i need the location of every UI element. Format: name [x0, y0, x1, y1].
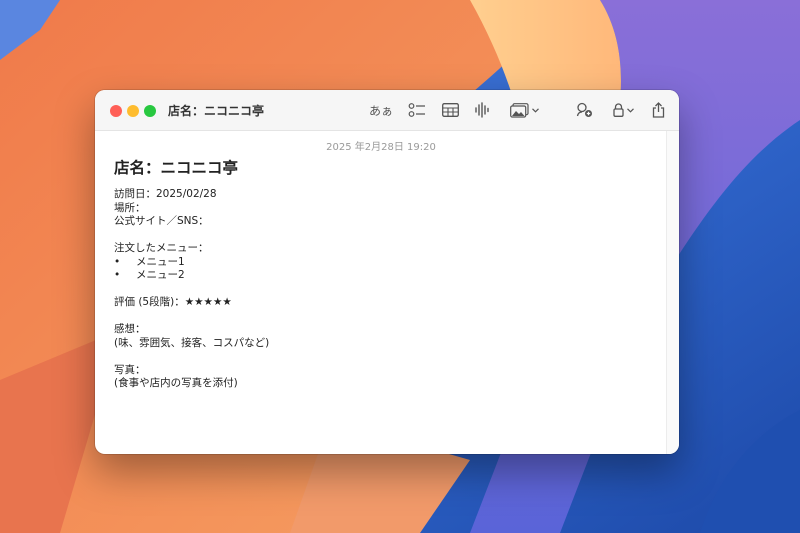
- menu-item-label: メニュー2: [136, 269, 185, 281]
- bullet: •: [114, 269, 121, 281]
- chevron-down-icon: [626, 107, 634, 113]
- zoom-button[interactable]: [144, 105, 156, 117]
- window-title: 店名：ニコニコ亭: [168, 104, 265, 118]
- photo-hint: (食事や店内の写真を添付): [114, 377, 238, 389]
- place-line: 場所：: [114, 201, 146, 214]
- lock-icon[interactable]: [609, 99, 637, 121]
- table-icon[interactable]: [438, 99, 462, 121]
- bullet: •: [114, 255, 121, 268]
- photo-heading: 写真：: [114, 363, 146, 376]
- minimize-button[interactable]: [127, 105, 139, 117]
- close-button[interactable]: [110, 105, 122, 117]
- official-site-line: 公式サイト／SNS：: [114, 215, 209, 227]
- note-title: 店名：ニコニコ亭: [114, 159, 239, 177]
- list-item: • メニュー2: [114, 269, 654, 283]
- collaborate-icon[interactable]: [573, 99, 595, 121]
- checklist-icon[interactable]: [406, 99, 428, 121]
- text-format-button[interactable]: あぁ: [369, 99, 393, 121]
- note-timestamp: 2025 年2月28日 19:20: [326, 142, 436, 153]
- note-body[interactable]: 店名：ニコニコ亭 訪問日：2025/02/28 場所： 公式サイト／SNS： 注…: [114, 158, 654, 391]
- rating-line: 評価 (5段階)：★★★★★: [114, 296, 232, 308]
- menu-item-label: メニュー1: [136, 255, 185, 268]
- title-bar: 店名：ニコニコ亭 あぁ: [95, 90, 679, 131]
- notes-window: 店名：ニコニコ亭 あぁ 2025 年2月28日 19:20 店名：ニコニコ亭 訪…: [95, 90, 679, 454]
- media-icon[interactable]: [507, 99, 541, 121]
- impression-hint: (味、雰囲気、接客、コスパなど): [114, 336, 270, 349]
- impression-heading: 感想：: [114, 323, 146, 335]
- share-icon[interactable]: [648, 99, 668, 121]
- menu-heading: 注文したメニュー：: [114, 242, 209, 254]
- chevron-down-icon: [531, 107, 539, 113]
- audio-waveform-icon[interactable]: [471, 99, 493, 121]
- list-item: • メニュー1: [114, 256, 654, 270]
- scrollbar-track[interactable]: [666, 131, 679, 454]
- visit-date-line: 訪問日：2025/02/28: [114, 188, 217, 200]
